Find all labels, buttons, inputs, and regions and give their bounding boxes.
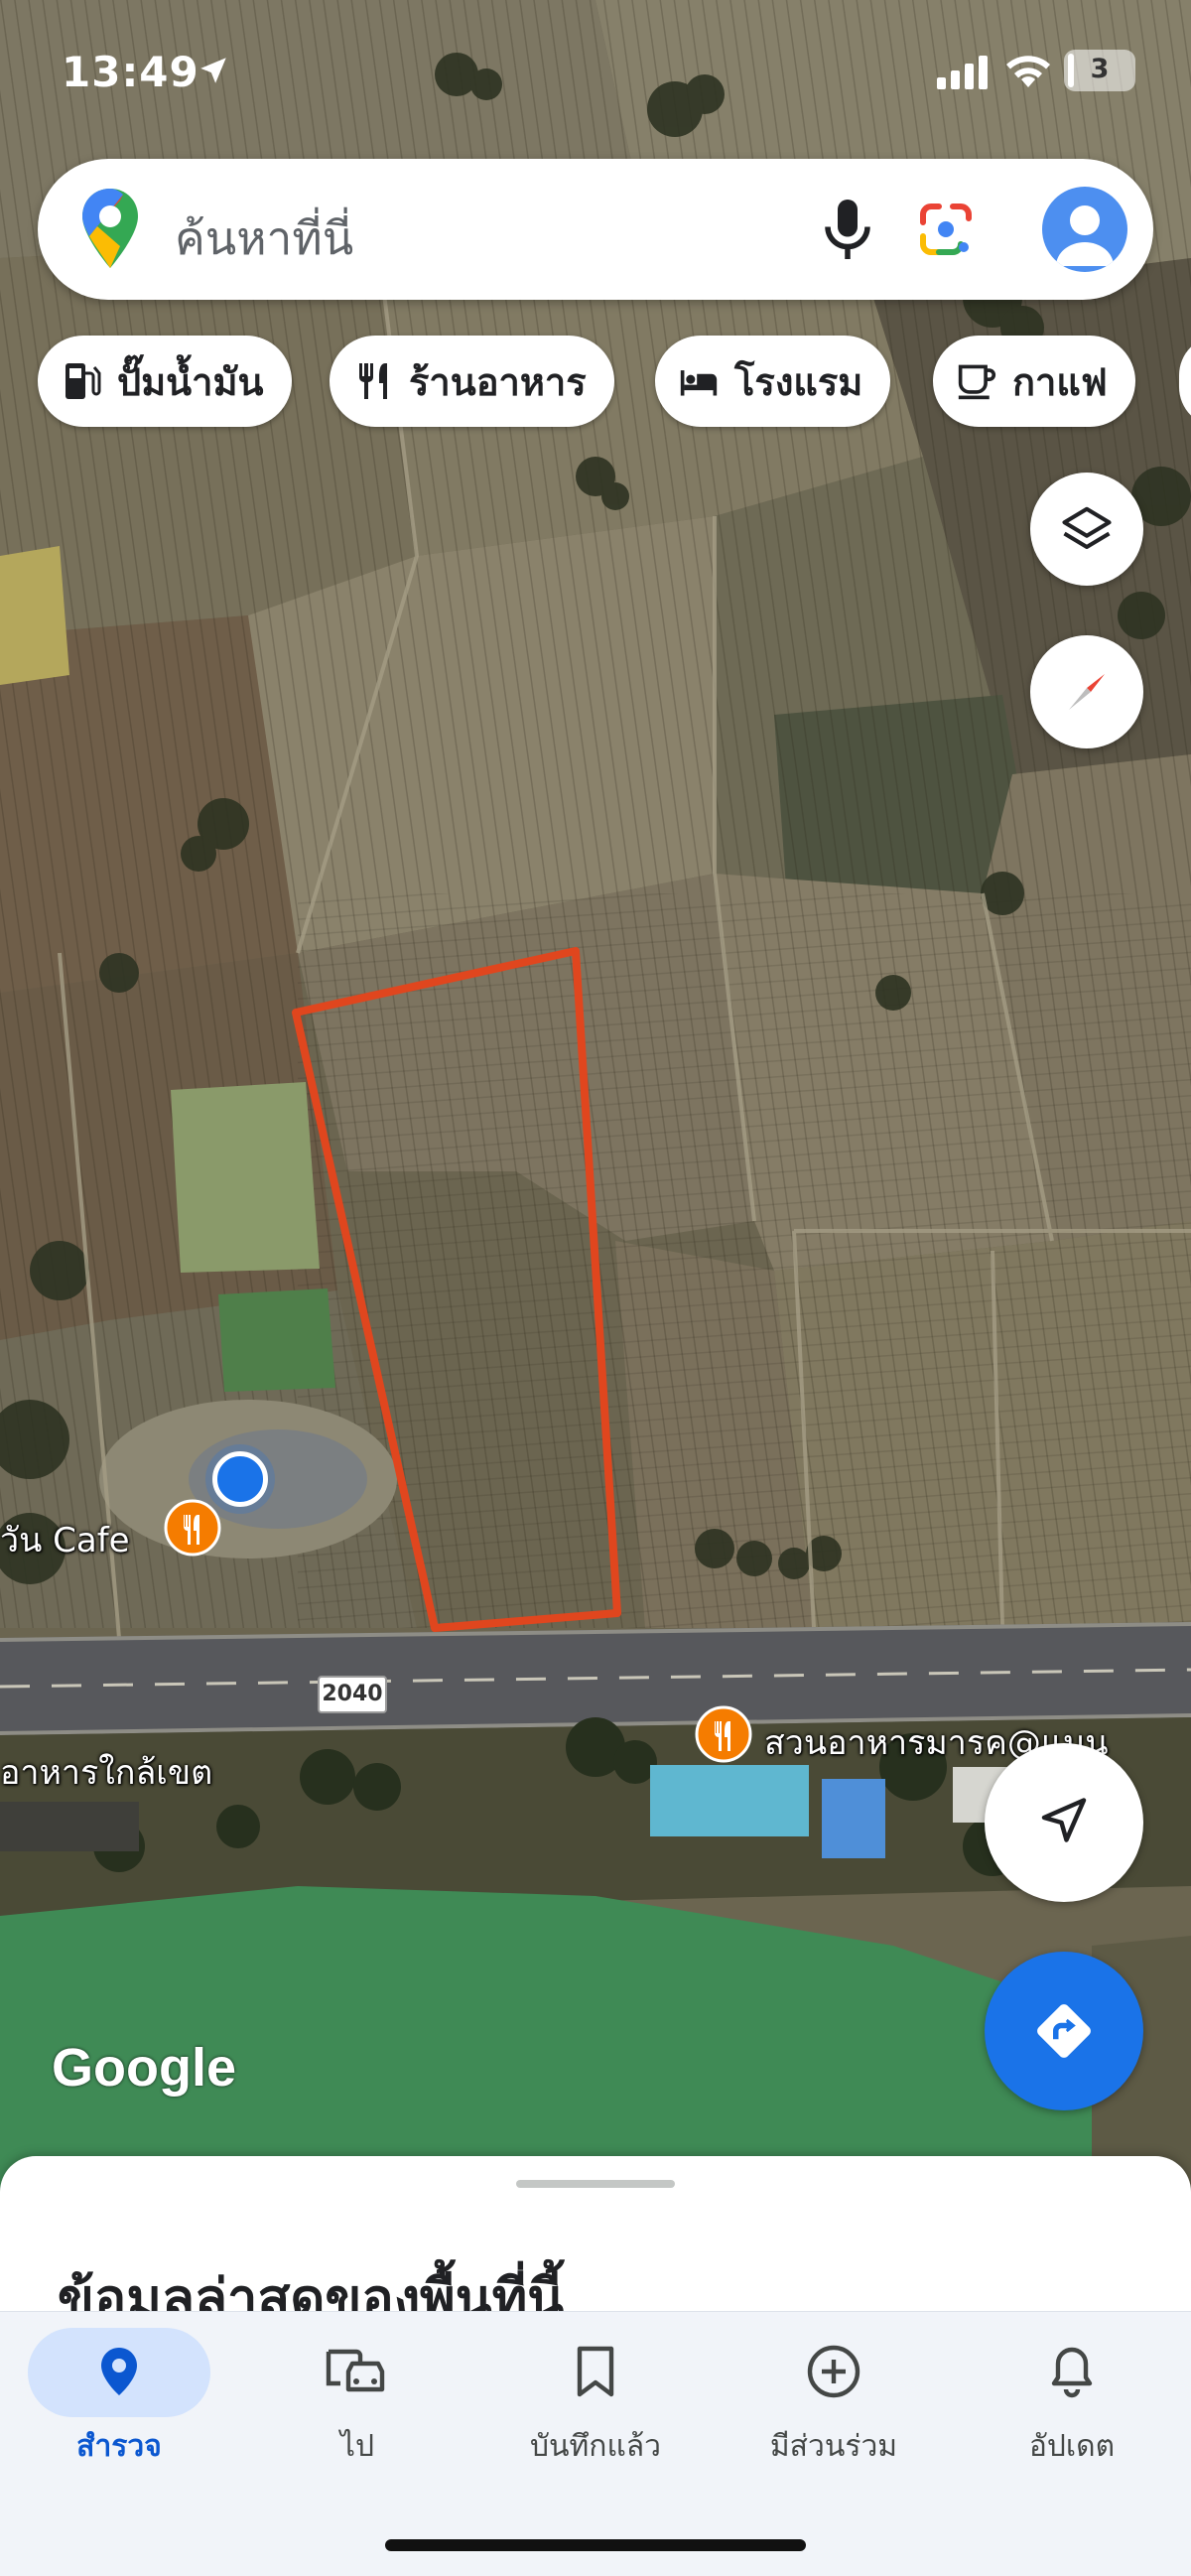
battery-percent: 3 [1090, 54, 1110, 84]
google-attribution: Google [52, 2038, 236, 2098]
nav-updates[interactable]: อัปเดต [953, 2312, 1191, 2471]
bell-icon [1051, 2347, 1093, 2398]
search-bar[interactable]: ค้นหาที่นี่ [38, 159, 1153, 300]
chip-label: ปั๊มน้ำมัน [117, 359, 264, 404]
chip-label: ร้านอาหาร [409, 359, 587, 404]
wifi-icon [1006, 56, 1050, 87]
navigation-arrow-icon [1041, 1798, 1087, 1842]
bookmark-icon [577, 2346, 614, 2397]
account-avatar[interactable] [1042, 187, 1127, 272]
battery-indicator: 3 [1064, 50, 1135, 91]
bottom-navigation: สำรวจ ไป บันทึกแล้ว มีส่วนร่วม อัปเดต [0, 2311, 1191, 2576]
chip-label: โรงแรม [734, 359, 863, 404]
layers-button[interactable] [1030, 473, 1143, 586]
restaurant-pin-icon [164, 1499, 221, 1557]
chip-label: กาแฟ [1012, 359, 1108, 404]
user-avatar-icon [1056, 205, 1114, 266]
directions-icon [1037, 2004, 1091, 2058]
nav-saved[interactable]: บันทึกแล้ว [476, 2312, 715, 2471]
chip-hotel[interactable]: โรงแรม [655, 336, 891, 427]
nav-label: มีส่วนร่วม [769, 2429, 898, 2464]
google-maps-logo-icon [82, 189, 138, 268]
road-number-shield: 2040 [318, 1676, 387, 1713]
compass-button[interactable] [1030, 635, 1143, 748]
directions-button[interactable] [985, 1952, 1143, 2110]
explore-pin-icon [101, 2348, 137, 2395]
chip-coffee[interactable]: กาแฟ [933, 336, 1135, 427]
search-input[interactable]: ค้นหาที่นี่ [175, 203, 353, 275]
microphone-icon[interactable] [818, 195, 877, 264]
status-bar: 13:49 3 [0, 0, 1191, 149]
nav-go[interactable]: ไป [238, 2312, 476, 2471]
coffee-icon [958, 364, 996, 400]
status-time: 13:49 [62, 48, 199, 96]
nav-label: บันทึกแล้ว [529, 2429, 662, 2464]
restaurant-icon [359, 363, 387, 399]
layers-icon [1062, 506, 1112, 550]
google-lens-icon[interactable] [911, 195, 981, 264]
hotel-icon [680, 370, 718, 396]
restaurant-pin-icon [695, 1705, 752, 1763]
commute-icon [326, 2349, 385, 2392]
add-circle-icon [807, 2345, 860, 2398]
location-arrow-icon [200, 58, 226, 83]
chip-restaurant[interactable]: ร้านอาหาร [330, 336, 614, 427]
cellular-signal-icon [937, 56, 988, 89]
nav-explore[interactable]: สำรวจ [0, 2312, 238, 2471]
compass-icon [1069, 674, 1105, 710]
sheet-drag-handle[interactable] [516, 2180, 675, 2188]
roadside-label: อาหารใกล้เขต [0, 1753, 213, 1793]
my-location-button[interactable] [985, 1743, 1143, 1902]
chip-gas-station[interactable]: ปั๊มน้ำมัน [38, 336, 292, 427]
cafe-label[interactable]: วัน Cafe [0, 1513, 130, 1566]
nav-contribute[interactable]: มีส่วนร่วม [715, 2312, 953, 2471]
nav-label: ไป [339, 2429, 375, 2464]
nav-label: สำรวจ [76, 2429, 162, 2464]
home-indicator[interactable] [385, 2539, 806, 2551]
cafe-pin[interactable] [164, 1499, 221, 1557]
gas-station-icon [66, 363, 101, 399]
nav-label: อัปเดต [1028, 2429, 1116, 2464]
restaurant-pin[interactable] [695, 1705, 752, 1763]
